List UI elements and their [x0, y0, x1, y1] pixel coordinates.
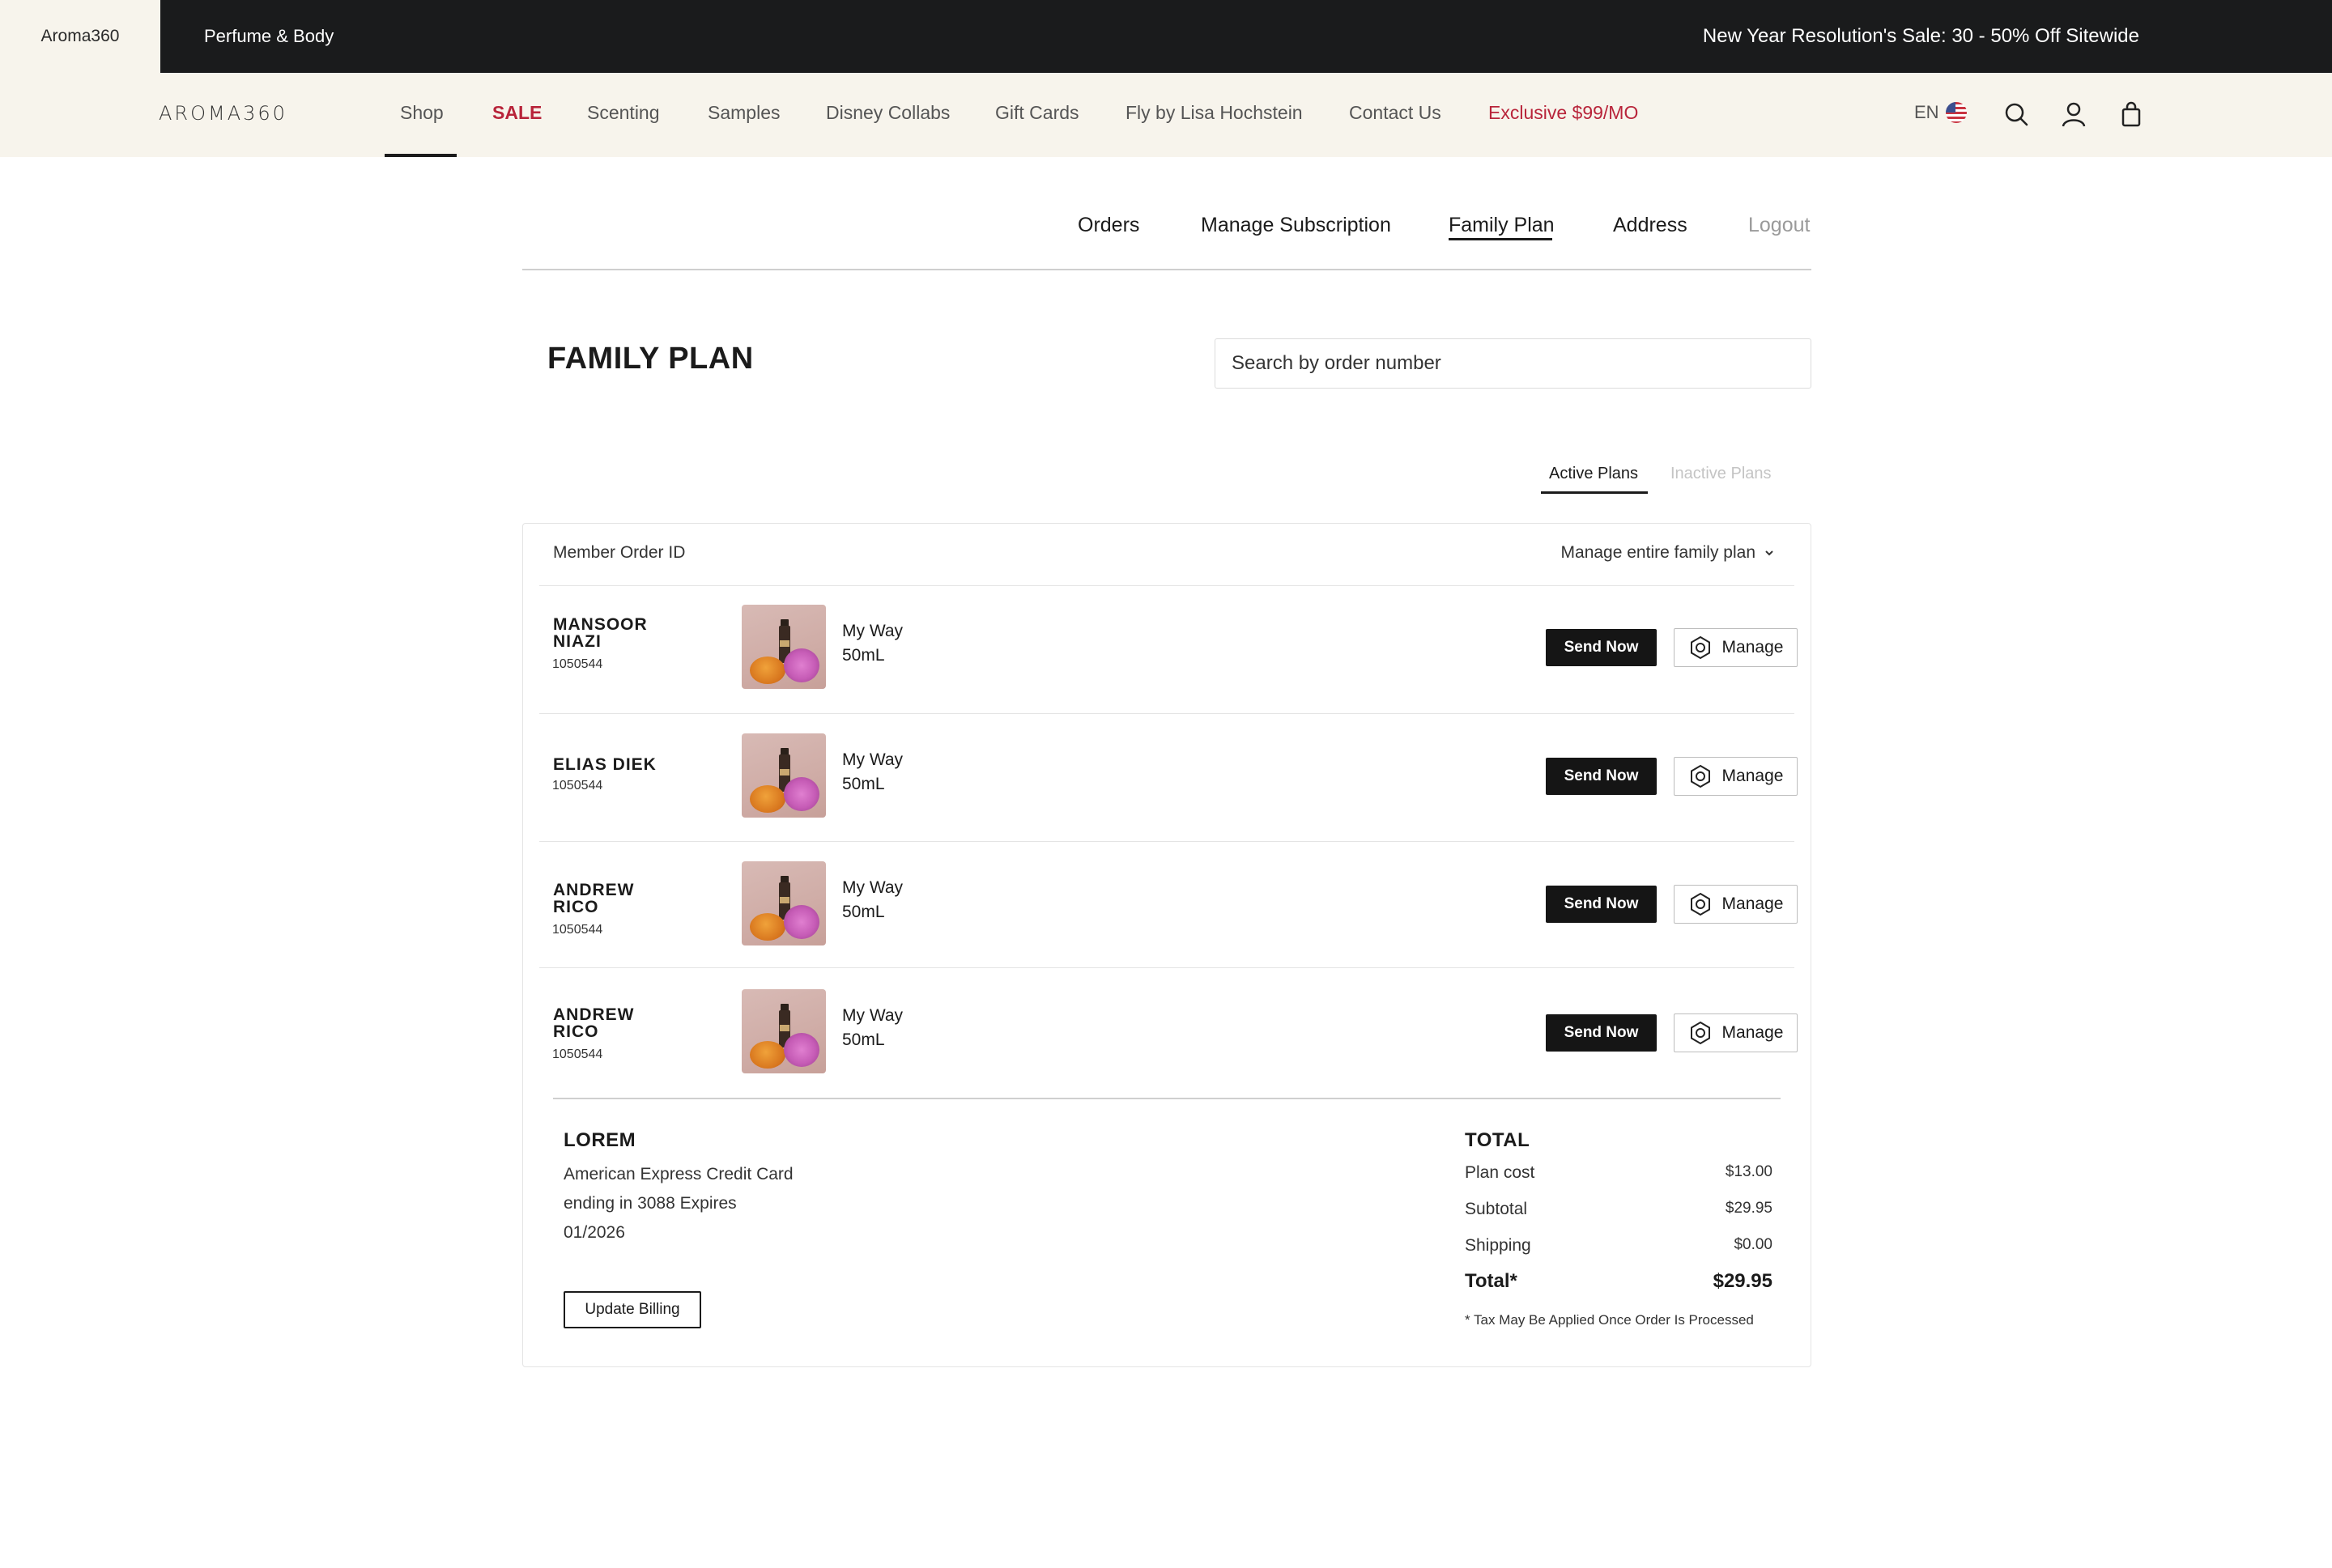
- manage-label: Manage: [1721, 767, 1784, 785]
- tab-manage-subscription[interactable]: Manage Subscription: [1201, 214, 1391, 237]
- gear-icon: [1690, 764, 1710, 788]
- main-nav: AROMA360 Shop SALE Scenting Samples Disn…: [0, 73, 2332, 157]
- search-input[interactable]: [1215, 338, 1811, 389]
- manage-label: Manage: [1721, 1023, 1784, 1042]
- product-info: My Way 50mL: [842, 1006, 904, 1049]
- send-now-button[interactable]: Send Now: [1546, 1014, 1657, 1052]
- send-now-button[interactable]: Send Now: [1546, 758, 1657, 795]
- announcement-bar: Aroma360 Perfume & Body New Year Resolut…: [0, 0, 2332, 73]
- manage-button[interactable]: Manage: [1674, 757, 1798, 796]
- language-code: EN: [1914, 102, 1939, 122]
- nav-contact-us[interactable]: Contact Us: [1349, 102, 1441, 124]
- nav-disney-collabs[interactable]: Disney Collabs: [826, 102, 950, 124]
- account-tab-indicator: [1449, 238, 1552, 240]
- page-title: FAMILY PLAN: [547, 342, 754, 376]
- language-selector[interactable]: EN: [1914, 102, 1967, 123]
- plan-tab-indicator: [1541, 491, 1648, 494]
- nav-exclusive[interactable]: Exclusive $99/MO: [1488, 102, 1638, 124]
- tab-perfume-body[interactable]: Perfume & Body: [204, 0, 334, 73]
- family-plan-card: Member Order ID Manage entire family pla…: [522, 523, 1811, 1367]
- table-row: MANSOOR NIAZI 1050544 My Way 50mL Send Now…: [539, 586, 1798, 714]
- tax-note: * Tax May Be Applied Once Order Is Proce…: [1465, 1312, 1754, 1328]
- bag-icon[interactable]: [2117, 100, 2145, 128]
- member-order-id: 1050544: [552, 657, 603, 671]
- plan-cost-line: Plan cost $13.00: [1465, 1163, 1772, 1182]
- nav-gift-cards[interactable]: Gift Cards: [995, 102, 1079, 124]
- subtotal-line: Subtotal $29.95: [1465, 1200, 1772, 1218]
- card-header: Member Order ID Manage entire family pla…: [523, 524, 1811, 585]
- product-thumbnail[interactable]: [742, 733, 826, 818]
- nav-scenting[interactable]: Scenting: [587, 102, 660, 124]
- manage-button[interactable]: Manage: [1674, 1013, 1798, 1052]
- member-name: MANSOOR NIAZI: [553, 615, 648, 651]
- manage-family-plan-dropdown[interactable]: Manage entire family plan: [1561, 543, 1775, 563]
- promo-banner[interactable]: New Year Resolution's Sale: 30 - 50% Off…: [1703, 0, 2139, 73]
- account-tabs: Orders Manage Subscription Family Plan A…: [522, 209, 1811, 270]
- tab-family-plan[interactable]: Family Plan: [1449, 214, 1555, 237]
- manage-label: Manage: [1721, 638, 1784, 657]
- gear-icon: [1690, 635, 1710, 660]
- table-row: ANDREW RICO 1050544 My Way 50mL Send Now M…: [539, 842, 1798, 968]
- grand-total-line: Total* $29.95: [1465, 1270, 1772, 1292]
- update-billing-button[interactable]: Update Billing: [564, 1291, 701, 1328]
- billing-details: American Express Credit Card ending in 3…: [564, 1165, 794, 1242]
- product-thumbnail[interactable]: [742, 861, 826, 945]
- member-name: ANDREW RICO: [553, 1005, 635, 1041]
- member-order-id: 1050544: [552, 779, 603, 792]
- member-name: ELIAS DIEK: [553, 755, 657, 774]
- us-flag-icon: [1945, 102, 1967, 123]
- member-order-id-label: Member Order ID: [553, 543, 686, 562]
- table-row: ELIAS DIEK 1050544 My Way 50mL Send Now M…: [539, 714, 1798, 842]
- manage-family-plan-label: Manage entire family plan: [1560, 543, 1755, 562]
- billing-title: LOREM: [564, 1129, 636, 1151]
- member-order-id: 1050544: [552, 923, 603, 937]
- table-row: ANDREW RICO 1050544 My Way 50mL Send Now M…: [539, 968, 1798, 1098]
- gear-icon: [1690, 1021, 1710, 1045]
- product-info: My Way 50mL: [842, 622, 904, 665]
- tab-active-plans[interactable]: Active Plans: [1549, 465, 1638, 483]
- summary-divider: [553, 1098, 1781, 1099]
- chevron-down-icon: [1765, 550, 1773, 556]
- product-thumbnail[interactable]: [742, 989, 826, 1073]
- shipping-line: Shipping $0.00: [1465, 1236, 1772, 1255]
- account-icon[interactable]: [2060, 100, 2087, 128]
- send-now-button[interactable]: Send Now: [1546, 886, 1657, 923]
- nav-sale[interactable]: SALE: [492, 102, 542, 124]
- manage-button[interactable]: Manage: [1674, 628, 1798, 667]
- gear-icon: [1690, 892, 1710, 916]
- total-title: TOTAL: [1465, 1129, 1530, 1151]
- member-name: ANDREW RICO: [553, 881, 635, 916]
- send-now-button[interactable]: Send Now: [1546, 629, 1657, 666]
- product-thumbnail[interactable]: [742, 605, 826, 689]
- manage-label: Manage: [1721, 894, 1784, 913]
- search-icon[interactable]: [2002, 100, 2030, 128]
- product-info: My Way 50mL: [842, 750, 904, 793]
- nav-fly-by-lisa[interactable]: Fly by Lisa Hochstein: [1126, 102, 1303, 124]
- tab-address[interactable]: Address: [1613, 214, 1687, 237]
- tab-aroma360[interactable]: Aroma360: [0, 0, 160, 73]
- nav-samples[interactable]: Samples: [708, 102, 780, 124]
- product-info: My Way 50mL: [842, 878, 904, 921]
- nav-shop[interactable]: Shop: [400, 102, 444, 124]
- nav-active-indicator: [385, 154, 457, 157]
- manage-button[interactable]: Manage: [1674, 885, 1798, 924]
- member-order-id: 1050544: [552, 1047, 603, 1061]
- tab-inactive-plans[interactable]: Inactive Plans: [1670, 465, 1772, 483]
- tab-logout[interactable]: Logout: [1748, 214, 1810, 237]
- tab-orders[interactable]: Orders: [1078, 214, 1139, 237]
